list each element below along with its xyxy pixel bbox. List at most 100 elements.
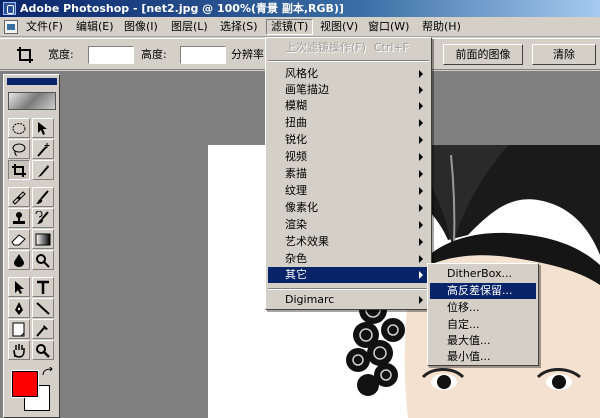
submenu-arrow-icon [419,221,423,229]
filter-maximum[interactable]: 最大值... [430,333,536,349]
submenu-arrow-icon [419,136,423,144]
type-t-icon [37,280,49,294]
magic-wand-tool[interactable] [32,139,54,159]
filter-sharpen[interactable]: 锐化 [268,132,429,148]
crop-icon[interactable] [16,46,34,64]
width-field[interactable] [88,46,134,64]
gradient-tool[interactable] [32,229,54,249]
filter-sketch[interactable]: 素描 [268,166,429,182]
eraser-tool[interactable] [8,229,30,249]
bandage-icon [12,191,26,205]
dodge-tool[interactable] [32,250,54,270]
submenu-arrow-icon [419,119,423,127]
hand-tool[interactable] [8,340,30,360]
dodge-icon [36,254,50,268]
filter-custom[interactable]: 自定... [430,317,536,333]
document-icon[interactable] [4,20,18,34]
gradient-icon [35,233,51,246]
filter-ditherbox[interactable]: DitherBox... [430,266,536,282]
magic-wand-icon [37,143,50,157]
submenu-arrow-icon [419,238,423,246]
filter-digimarc[interactable]: Digimarc [268,292,429,308]
submenu-arrow-icon [419,153,423,161]
filter-other[interactable]: 其它 [268,267,429,283]
filter-sketch-label: 素描 [285,167,307,180]
menu-window[interactable]: 窗口(W) [364,19,413,35]
menu-layer[interactable]: 图层(L) [167,19,212,35]
pen-tool[interactable] [8,298,30,318]
brush-tool[interactable] [32,187,54,207]
filter-pixelate[interactable]: 像素化 [268,200,429,216]
height-field[interactable] [180,46,226,64]
front-image-button[interactable]: 前面的图像 [443,44,523,65]
slice-tool[interactable] [32,160,54,180]
type-tool[interactable] [32,277,54,297]
menu-file[interactable]: 文件(F) [22,19,67,35]
filter-artistic[interactable]: 艺术效果 [268,234,429,250]
menu-select[interactable]: 选择(S) [216,19,262,35]
path-selection-tool[interactable] [8,277,30,297]
history-brush-tool[interactable] [32,208,54,228]
line-tool[interactable] [32,298,54,318]
foreground-color-swatch[interactable] [11,370,39,398]
menu-help[interactable]: 帮助(H) [418,19,465,35]
menu-image[interactable]: 图像(I) [120,19,162,35]
filter-other-label: 其它 [285,268,307,281]
eyedropper-tool[interactable] [32,319,54,339]
crop-tool-icon [12,164,26,177]
menu-view[interactable]: 视图(V) [316,19,362,35]
filter-render[interactable]: 渲染 [268,217,429,233]
filter-offset[interactable]: 位移... [430,300,536,316]
filter-sharpen-label: 锐化 [285,133,307,146]
submenu-arrow-icon [419,187,423,195]
lasso-tool[interactable] [8,139,30,159]
stamp-icon [13,212,25,224]
clone-stamp-tool[interactable] [8,208,30,228]
note-icon [12,322,25,337]
filter-minimum[interactable]: 最小值... [430,349,536,365]
clear-button[interactable]: 清除 [532,44,596,65]
menu-filter[interactable]: 滤镜(T) [266,19,314,35]
title-bar[interactable]: Adobe Photoshop - [net2.jpg @ 100%(青景 副本… [0,0,600,17]
zoom-tool[interactable] [32,340,54,360]
arrow-pointer-icon [15,281,24,294]
submenu-arrow-icon [419,170,423,178]
eyedropper-icon [36,325,48,337]
filter-blur[interactable]: 模糊 [268,98,429,114]
filter-high-pass[interactable]: 高反差保留... [430,283,536,299]
submenu-arrow-icon [419,86,423,94]
brush-icon [36,190,49,204]
filter-distort[interactable]: 扭曲 [268,115,429,131]
eraser-icon [11,234,26,246]
filter-menu-dropdown: 上次滤镜操作(F) Ctrl+F 风格化 画笔描边 模糊 扭曲 锐化 视频 素描… [265,37,432,310]
resolution-label: 分辨率 [231,48,264,61]
filter-noise[interactable]: 杂色 [268,251,429,267]
filter-stylize-label: 风格化 [285,67,318,80]
move-tool[interactable] [32,118,54,138]
filter-digimarc-label: Digimarc [285,293,335,306]
swap-colors-icon[interactable] [42,367,54,377]
marquee-tool[interactable] [8,118,30,138]
menu-separator [268,60,429,62]
filter-brush-strokes[interactable]: 画笔描边 [268,82,429,98]
last-filter-label: 上次滤镜操作(F) [285,41,366,54]
toolbox-title-bar[interactable] [7,78,57,85]
submenu-arrow-icon [419,70,423,78]
submenu-arrow-icon [419,102,423,110]
crop-tool[interactable] [8,160,30,180]
photoshop-app-icon[interactable] [3,2,16,15]
last-filter-item[interactable]: 上次滤镜操作(F) Ctrl+F [268,40,429,56]
healing-brush-tool[interactable] [8,187,30,207]
filter-texture-label: 纹理 [285,184,307,197]
adobe-logo-icon[interactable] [8,92,56,110]
filter-blur-label: 模糊 [285,99,307,112]
menu-edit[interactable]: 编辑(E) [72,19,118,35]
blur-tool[interactable] [8,250,30,270]
move-icon [38,122,47,135]
filter-texture[interactable]: 纹理 [268,183,429,199]
notes-tool[interactable] [8,319,30,339]
width-label: 宽度: [48,48,74,61]
filter-video[interactable]: 视频 [268,149,429,165]
filter-video-label: 视频 [285,150,307,163]
filter-stylize[interactable]: 风格化 [268,66,429,82]
